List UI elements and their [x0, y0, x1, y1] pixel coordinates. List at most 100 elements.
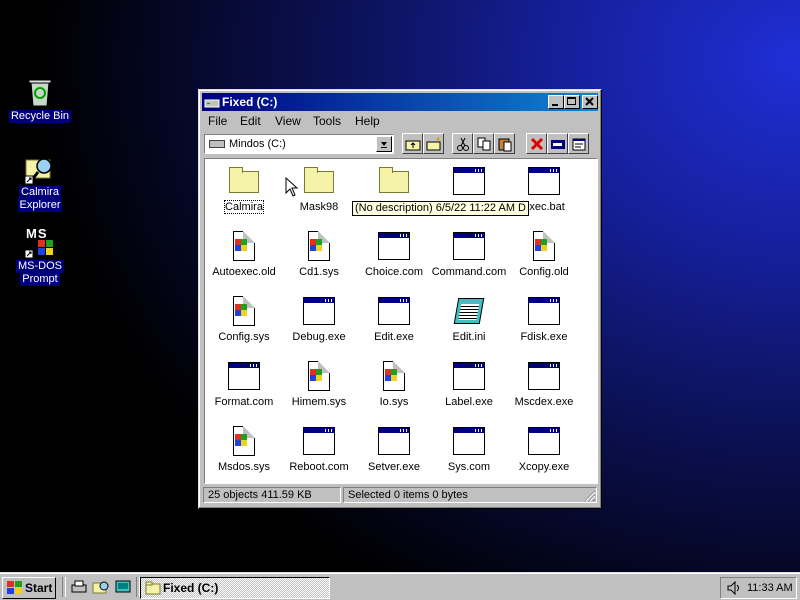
- file-item[interactable]: Edit.ini: [431, 295, 507, 344]
- minimize-button[interactable]: [548, 95, 564, 109]
- system-file-icon: [528, 230, 560, 262]
- file-name: Cd1.sys: [299, 266, 339, 278]
- desktop-icon-recycle-bin[interactable]: Recycle Bin: [8, 76, 72, 123]
- status-bar: 25 objects 411.59 KB Selected 0 items 0 …: [202, 486, 598, 504]
- file-item[interactable]: Io.sys: [356, 360, 432, 409]
- desktop-icon-label: MS-DOS: [16, 260, 64, 273]
- file-name: Calmira: [206, 200, 282, 214]
- menu-tools[interactable]: Tools: [313, 114, 341, 128]
- file-item[interactable]: Config.sys: [206, 295, 282, 344]
- ms-dos-icon: MS: [24, 226, 56, 258]
- file-item[interactable]: Mscdex.exe: [506, 360, 582, 409]
- application-icon: [453, 165, 485, 197]
- status-objects-text: 25 objects 411.59 KB: [208, 489, 312, 501]
- desktop-icon-calmira-explorer[interactable]: Calmira Explorer: [8, 152, 72, 212]
- file-item[interactable]: Edit.exe: [356, 295, 432, 344]
- file-name: Config.old: [519, 266, 569, 278]
- application-icon: [528, 295, 560, 327]
- recycle-bin-icon: [24, 76, 56, 108]
- menu-help[interactable]: Help: [355, 114, 380, 128]
- up-folder-icon: [405, 140, 421, 151]
- application-icon: [453, 425, 485, 457]
- file-item[interactable]: Debug.exe: [281, 295, 357, 344]
- taskbar-button-fixed-c[interactable]: Fixed (C:): [140, 577, 330, 599]
- application-icon: [303, 295, 335, 327]
- desktop-icon-ms-dos-prompt[interactable]: MS MS-DOS Prompt: [8, 226, 72, 286]
- address-dropdown[interactable]: Mindos (C:): [204, 134, 394, 154]
- file-item[interactable]: Choice.com: [356, 230, 432, 279]
- file-item[interactable]: Sys.com: [431, 425, 507, 474]
- quicklaunch-desktop[interactable]: [114, 578, 132, 596]
- file-item[interactable]: Reboot.com: [281, 425, 357, 474]
- file-name: Debug.exe: [292, 331, 346, 343]
- copy-button[interactable]: [473, 133, 494, 154]
- application-icon: [378, 295, 410, 327]
- close-button[interactable]: [582, 95, 598, 109]
- clock[interactable]: 11:33 AM: [747, 582, 793, 594]
- file-item[interactable]: Fdisk.exe: [506, 295, 582, 344]
- chevron-down-icon: [381, 142, 387, 148]
- delete-button[interactable]: [526, 133, 547, 154]
- explorer-window: Fixed (C:) File Edit View Tools Help Min…: [198, 89, 602, 509]
- menu-file[interactable]: File: [208, 114, 227, 128]
- file-item[interactable]: Calmira: [206, 165, 282, 214]
- menu-edit[interactable]: Edit: [240, 114, 261, 128]
- cut-icon: [457, 137, 469, 151]
- file-item[interactable]: Msdos.sys: [206, 425, 282, 474]
- start-button[interactable]: Start: [2, 577, 56, 599]
- close-icon: [585, 97, 594, 106]
- file-item[interactable]: Setver.exe: [356, 425, 432, 474]
- new-folder-button[interactable]: [423, 133, 444, 154]
- maximize-button[interactable]: [564, 95, 580, 109]
- file-item[interactable]: Label.exe: [431, 360, 507, 409]
- file-name: Edit.exe: [374, 331, 414, 343]
- file-item[interactable]: Xcopy.exe: [506, 425, 582, 474]
- quicklaunch-explorer[interactable]: [92, 578, 110, 596]
- file-name: Autoexec.old: [212, 266, 276, 278]
- drive-icon: [204, 94, 220, 110]
- application-icon: [228, 360, 260, 392]
- rename-button[interactable]: [547, 133, 568, 154]
- file-name-focused: Calmira: [224, 200, 264, 214]
- windows-logo-icon: [7, 581, 22, 594]
- menu-view[interactable]: View: [275, 114, 301, 128]
- properties-icon: [572, 138, 586, 151]
- file-item[interactable]: Autoexec.old: [206, 230, 282, 279]
- quicklaunch-printer[interactable]: [70, 578, 88, 596]
- paste-button[interactable]: [494, 133, 515, 154]
- file-item[interactable]: Himem.sys: [281, 360, 357, 409]
- file-item[interactable]: [431, 165, 507, 201]
- mouse-cursor-icon: [285, 177, 299, 197]
- notepad-icon: [453, 295, 485, 327]
- rename-icon: [551, 140, 565, 149]
- volume-icon[interactable]: [726, 580, 742, 596]
- toolbar: Mindos (C:): [202, 132, 598, 156]
- file-item[interactable]: Command.com: [431, 230, 507, 279]
- desktop-icon-label-line2: Prompt: [20, 273, 60, 286]
- title-bar[interactable]: Fixed (C:): [202, 93, 598, 111]
- file-name: Format.com: [214, 396, 274, 408]
- file-name: Setver.exe: [368, 461, 420, 473]
- resize-grip-icon[interactable]: [584, 490, 596, 502]
- cut-button[interactable]: [452, 133, 473, 154]
- dropdown-button[interactable]: [376, 136, 392, 152]
- folder-icon: [378, 165, 410, 197]
- drive-icon: [209, 140, 225, 148]
- up-folder-button[interactable]: [402, 133, 423, 154]
- minimize-icon: [552, 104, 558, 106]
- file-item[interactable]: Config.old: [506, 230, 582, 279]
- file-name: Sys.com: [447, 461, 491, 473]
- system-tray: 11:33 AM: [720, 577, 797, 599]
- file-item[interactable]: Cd1.sys: [281, 230, 357, 279]
- folder-icon: [303, 165, 335, 197]
- file-item[interactable]: Format.com: [206, 360, 282, 409]
- properties-button[interactable]: [568, 133, 589, 154]
- file-name: Choice.com: [364, 266, 424, 278]
- system-file-icon: [303, 360, 335, 392]
- file-item[interactable]: [356, 165, 432, 201]
- tooltip: (No description) 6/5/22 11:22 AM D: [352, 201, 529, 216]
- file-name: Io.sys: [379, 396, 409, 408]
- folder-icon: [145, 581, 161, 595]
- folder-icon: [228, 165, 260, 197]
- desktop: Recycle Bin Calmira Explorer MS MS-DOS P…: [0, 0, 800, 572]
